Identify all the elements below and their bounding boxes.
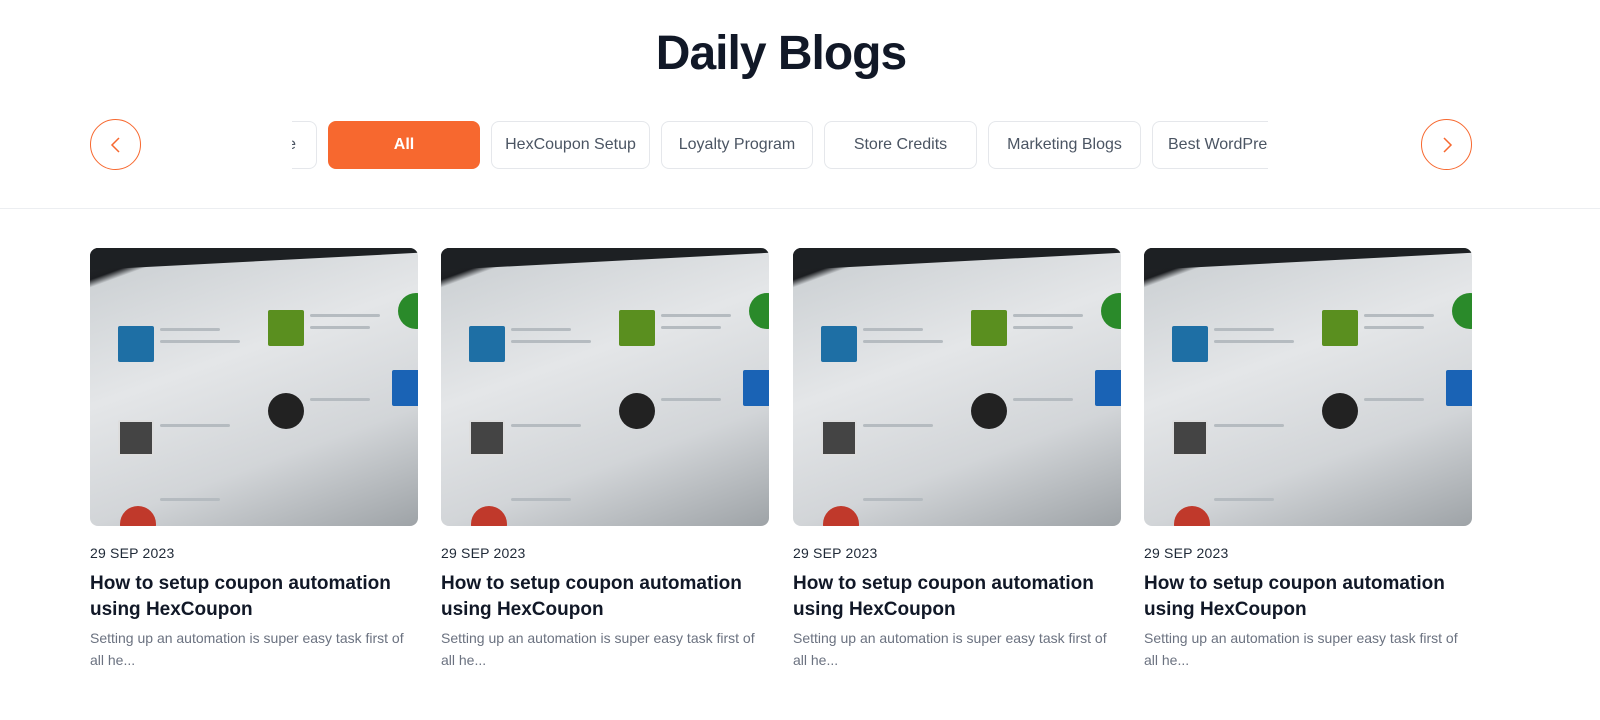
post-date: 29 SEP 2023 [1144,545,1229,561]
tab-label: HexCoupon Setup [505,136,636,153]
blog-card[interactable]: 29 SEP 2023 How to setup coupon automati… [1144,248,1472,671]
tab-marketing-blogs[interactable]: Marketing Blogs [988,121,1141,169]
blog-card[interactable]: 29 SEP 2023 How to setup coupon automati… [90,248,418,671]
blog-card[interactable]: 29 SEP 2023 How to setup coupon automati… [441,248,769,671]
post-title[interactable]: How to setup coupon automation using Hex… [793,571,1121,623]
next-button[interactable] [1421,119,1472,170]
post-date: 29 SEP 2023 [441,545,526,561]
category-filter-tabs: e All HexCoupon Setup Loyalty Program St… [292,121,1268,169]
tab-label: Store Credits [853,136,948,153]
post-excerpt: Setting up an automation is super easy t… [1144,630,1458,668]
post-excerpt: Setting up an automation is super easy t… [90,630,404,668]
tab-partial[interactable]: e [292,121,317,169]
blog-card[interactable]: 29 SEP 2023 How to setup coupon automati… [793,248,1121,671]
blog-thumbnail[interactable] [90,248,418,526]
chevron-right-icon [1442,136,1452,153]
post-date: 29 SEP 2023 [90,545,175,561]
post-excerpt: Setting up an automation is super easy t… [793,630,1107,668]
divider [0,208,1600,209]
prev-button[interactable] [90,119,141,170]
blog-thumbnail[interactable] [793,248,1121,526]
tab-label: All [393,136,415,153]
tab-best-wordpress[interactable]: Best WordPress [1152,121,1268,169]
page-title: Daily Blogs [655,27,907,80]
tab-all[interactable]: All [328,121,480,169]
tab-label: Loyalty Program [678,136,796,153]
chevron-left-icon [110,136,120,153]
blog-thumbnail[interactable] [1144,248,1472,526]
tab-label: Marketing Blogs [1007,136,1122,153]
tab-hexcoupon-setup[interactable]: HexCoupon Setup [491,121,650,169]
tab-store-credits[interactable]: Store Credits [824,121,977,169]
post-title[interactable]: How to setup coupon automation using Hex… [90,571,418,623]
post-title[interactable]: How to setup coupon automation using Hex… [441,571,769,623]
tab-label: e [292,136,296,154]
post-title[interactable]: How to setup coupon automation using Hex… [1144,571,1472,623]
post-date: 29 SEP 2023 [793,545,878,561]
tab-label: Best WordPress [1168,136,1268,153]
blog-thumbnail[interactable] [441,248,769,526]
post-excerpt: Setting up an automation is super easy t… [441,630,755,668]
tab-loyalty-program[interactable]: Loyalty Program [661,121,813,169]
